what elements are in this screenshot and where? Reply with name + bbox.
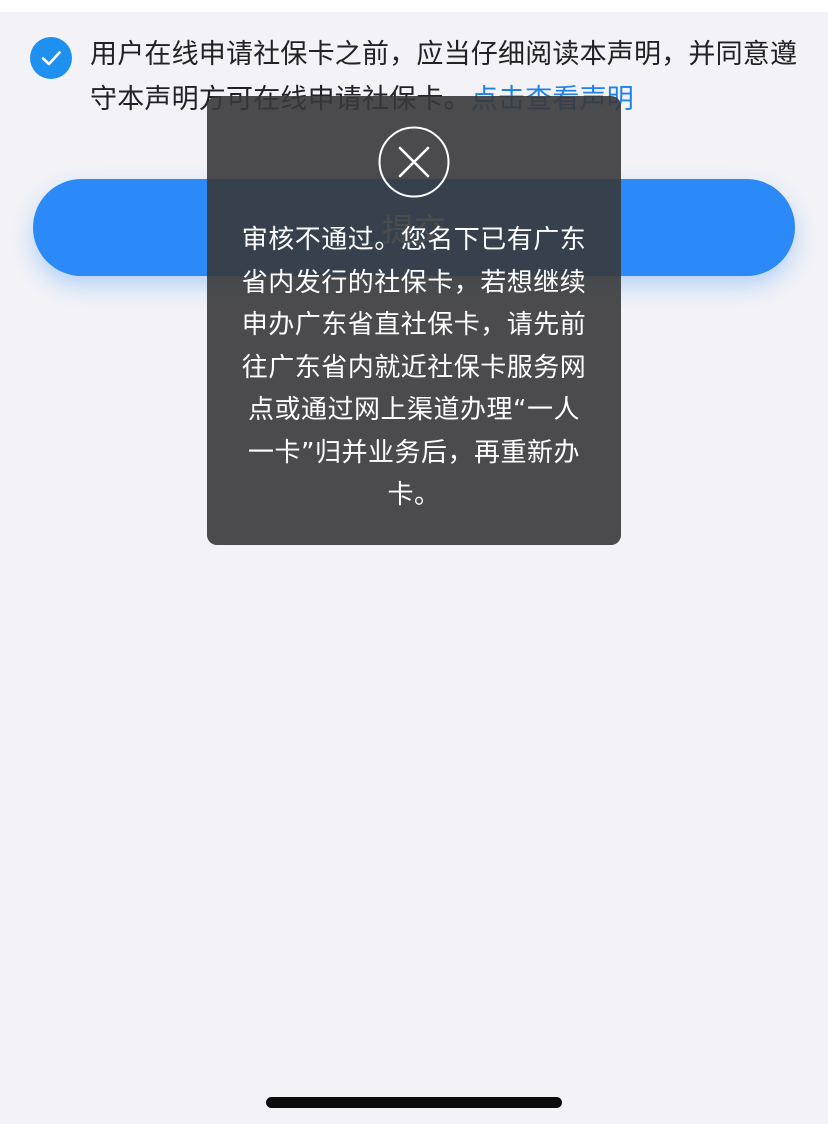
close-circle-icon [378, 126, 450, 198]
home-indicator[interactable] [266, 1097, 562, 1108]
toast-message: 审核不通过。您名下已有广东省内发行的社保卡，若想继续申办广东省直社保卡，请先前往… [241, 225, 587, 510]
error-toast: 审核不通过。您名下已有广东省内发行的社保卡，若想继续申办广东省直社保卡，请先前往… [207, 96, 621, 545]
checkmark-icon [41, 51, 61, 66]
agreement-checkbox[interactable] [30, 37, 72, 79]
